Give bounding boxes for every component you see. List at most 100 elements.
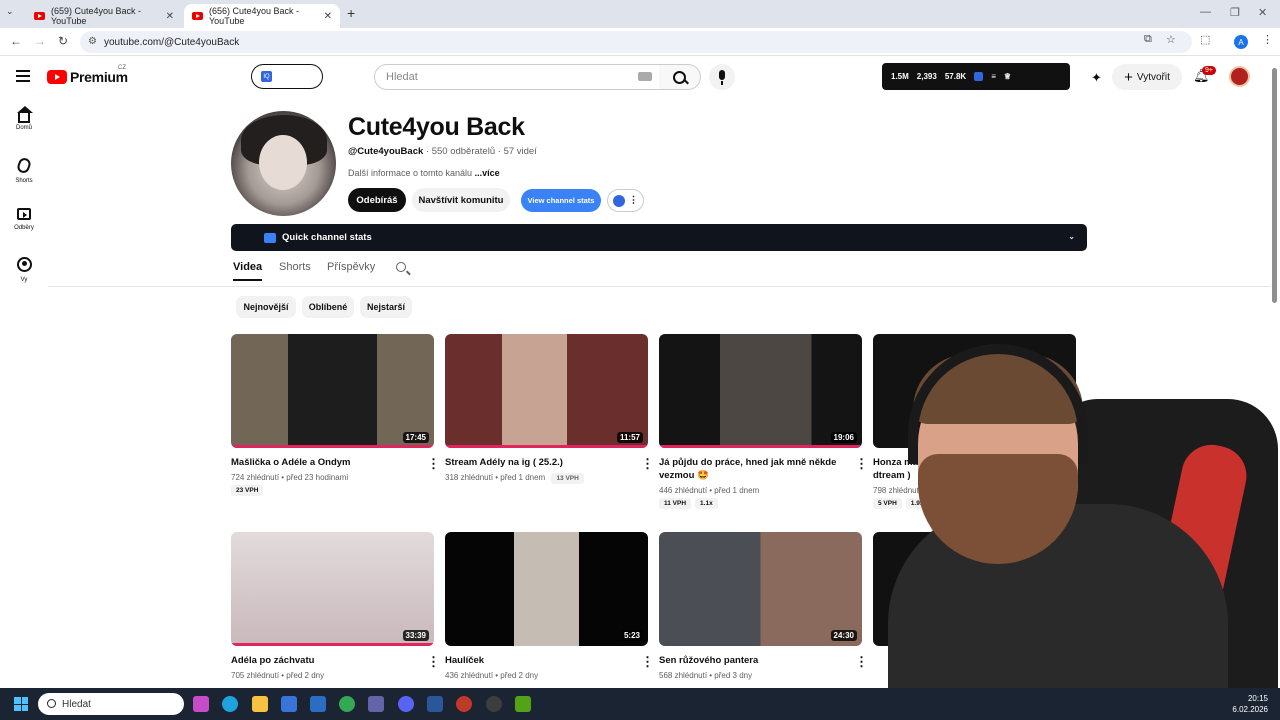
subscribed-button[interactable]: Odebíráš [348, 188, 406, 212]
forward-icon[interactable]: → [34, 34, 46, 48]
new-tab-icon[interactable]: + [347, 5, 355, 21]
video-title[interactable]: Mašlička o Adéle a Ondym [231, 456, 434, 469]
browser-profile-avatar[interactable]: A [1234, 35, 1248, 49]
watch-progress [231, 643, 434, 646]
minimize-icon[interactable]: — [1200, 6, 1211, 18]
chevron-down-icon[interactable]: ⌄ [1068, 232, 1075, 241]
copilot-icon[interactable] [193, 696, 209, 712]
back-icon[interactable]: ← [10, 34, 22, 48]
cast-icon[interactable]: ⧉ [1144, 33, 1152, 46]
video-title[interactable]: Já půjdu do práce, hned jak mně někde ve… [659, 456, 862, 482]
voice-search-icon[interactable] [709, 64, 735, 90]
sidebar-item-shorts[interactable]: Shorts [0, 156, 48, 184]
watch-progress [659, 445, 862, 448]
channel-handle: @Cute4youBack [348, 146, 424, 157]
watching-stat: 2,393 [916, 72, 937, 81]
system-clock[interactable]: 20:15 6.02.2026 [1232, 693, 1268, 715]
video-thumbnail[interactable]: 33:39 [231, 532, 434, 646]
create-button[interactable]: + Vytvořit [1112, 64, 1182, 90]
video-thumbnail[interactable]: 24:30 [659, 532, 862, 646]
url-bar[interactable]: ⚙ youtube.com/@Cute4youBack [80, 31, 1192, 53]
video-card[interactable]: 5:23 Haulíček 436 zhlédnutí • před 2 dny [445, 532, 654, 680]
discord-icon[interactable] [398, 696, 414, 712]
video-card[interactable]: 17:45 Mašlička o Adéle a Ondym 724 zhléd… [231, 334, 440, 496]
chip-popular[interactable]: Oblíbené [302, 296, 354, 318]
tab-search-icon[interactable]: ⌄ [6, 6, 14, 17]
address-bar-row: ← → ↻ ⚙ youtube.com/@Cute4youBack ⧉ ☆ ⬚ … [0, 28, 1280, 56]
video-card[interactable]: 33:39 Adéla po záchvatu 705 zhlédnutí • … [231, 532, 440, 680]
webcam-overlay [868, 344, 1280, 688]
description-text: Další informace o tomto kanálu [348, 168, 473, 178]
more-link[interactable]: ...více [475, 168, 500, 178]
video-menu-icon[interactable] [855, 456, 868, 472]
video-title[interactable]: Sen růžového pantera [659, 654, 862, 667]
video-title[interactable]: Haulíček [445, 654, 648, 667]
close-icon[interactable]: ✕ [324, 11, 332, 22]
tab-videos[interactable]: Videa [233, 261, 263, 281]
video-thumbnail[interactable]: 5:23 [445, 532, 648, 646]
media-player-icon[interactable] [456, 696, 472, 712]
sidebar-item-home[interactable]: Domů [0, 106, 48, 131]
vidiq-menu-button[interactable]: ⋮ [607, 189, 644, 212]
menu-icon[interactable] [16, 70, 30, 82]
video-menu-icon[interactable] [641, 456, 654, 472]
visit-community-button[interactable]: Navštívit komunitu [412, 188, 510, 212]
site-info-icon[interactable]: ⚙ [88, 36, 97, 47]
video-menu-icon[interactable] [641, 654, 654, 670]
ai-sparkle-icon[interactable]: ✦ [1091, 70, 1102, 86]
video-menu-icon[interactable] [855, 654, 868, 670]
scrollbar-thumb[interactable] [1272, 68, 1277, 303]
channel-search-icon[interactable] [396, 262, 406, 272]
account-avatar[interactable] [1229, 66, 1250, 87]
sidebar-item-you[interactable]: Vy [0, 257, 48, 283]
video-menu-icon[interactable] [427, 654, 440, 670]
browser-tab-active[interactable]: (656) Cute4you Back - YouTube ✕ [184, 4, 340, 28]
outlook-icon[interactable] [310, 696, 326, 712]
browser-menu-icon[interactable]: ⋮ [1262, 33, 1273, 46]
streaming-app-icon[interactable] [515, 696, 531, 712]
quick-channel-stats-bar[interactable]: Quick channel stats ⌄ [231, 224, 1087, 251]
video-card[interactable]: 11:57 Stream Adély na ig ( 25.2.) 318 zh… [445, 334, 654, 484]
windows-start-icon[interactable] [14, 697, 28, 711]
channel-description[interactable]: Další informace o tomto kanálu ...více [348, 168, 500, 178]
view-channel-stats-button[interactable]: View channel stats [521, 189, 601, 212]
window-close-icon[interactable]: ✕ [1258, 6, 1267, 19]
maximize-icon[interactable]: ❐ [1230, 6, 1240, 19]
store-icon[interactable] [281, 696, 297, 712]
youtube-premium-logo[interactable]: Premium CZ [47, 65, 128, 85]
keyboard-icon[interactable] [638, 72, 652, 81]
extension-pill-button[interactable]: IQ [251, 64, 323, 89]
chrome-icon[interactable] [339, 696, 355, 712]
extensions-icon[interactable]: ⬚ [1200, 33, 1210, 46]
edge-icon[interactable] [222, 696, 238, 712]
browser-tab[interactable]: (659) Cute4you Back - YouTube ✕ [26, 4, 182, 28]
search-input[interactable]: Hledat [374, 64, 660, 90]
video-title[interactable]: Adéla po záchvatu [231, 654, 434, 667]
tab-posts[interactable]: Příspěvky [327, 261, 375, 273]
file-explorer-icon[interactable] [252, 696, 268, 712]
video-title[interactable]: Stream Adély na ig ( 25.2.) [445, 456, 648, 469]
chip-oldest[interactable]: Nejstarší [360, 296, 412, 318]
sidebar-item-subscriptions[interactable]: Odběry [0, 208, 48, 231]
vidiq-stats-bar[interactable]: 1.5M 2,393 57.8K ≡ ♕ [882, 63, 1070, 90]
bookmark-star-icon[interactable]: ☆ [1166, 33, 1176, 46]
obs-icon[interactable] [486, 696, 502, 712]
reload-icon[interactable]: ↻ [58, 34, 68, 48]
video-thumbnail[interactable]: 17:45 [231, 334, 434, 448]
plus-icon: + [1124, 68, 1133, 86]
teams-icon[interactable] [368, 696, 384, 712]
video-card[interactable]: 19:06 Já půjdu do práce, hned jak mně ně… [659, 334, 868, 509]
chip-newest[interactable]: Nejnovější [236, 296, 296, 318]
avatar-face [259, 135, 307, 190]
taskbar-search[interactable]: Hledat [38, 693, 184, 715]
youtube-favicon-icon [34, 12, 45, 20]
search-button[interactable] [659, 64, 701, 90]
video-thumbnail[interactable]: 11:57 [445, 334, 648, 448]
video-card[interactable]: 24:30 Sen růžového pantera 568 zhlédnutí… [659, 532, 868, 680]
video-menu-icon[interactable] [427, 456, 440, 472]
word-icon[interactable] [427, 696, 443, 712]
tab-shorts[interactable]: Shorts [279, 261, 311, 273]
close-icon[interactable]: ✕ [166, 11, 174, 22]
channel-avatar[interactable] [231, 111, 336, 216]
video-thumbnail[interactable]: 19:06 [659, 334, 862, 448]
